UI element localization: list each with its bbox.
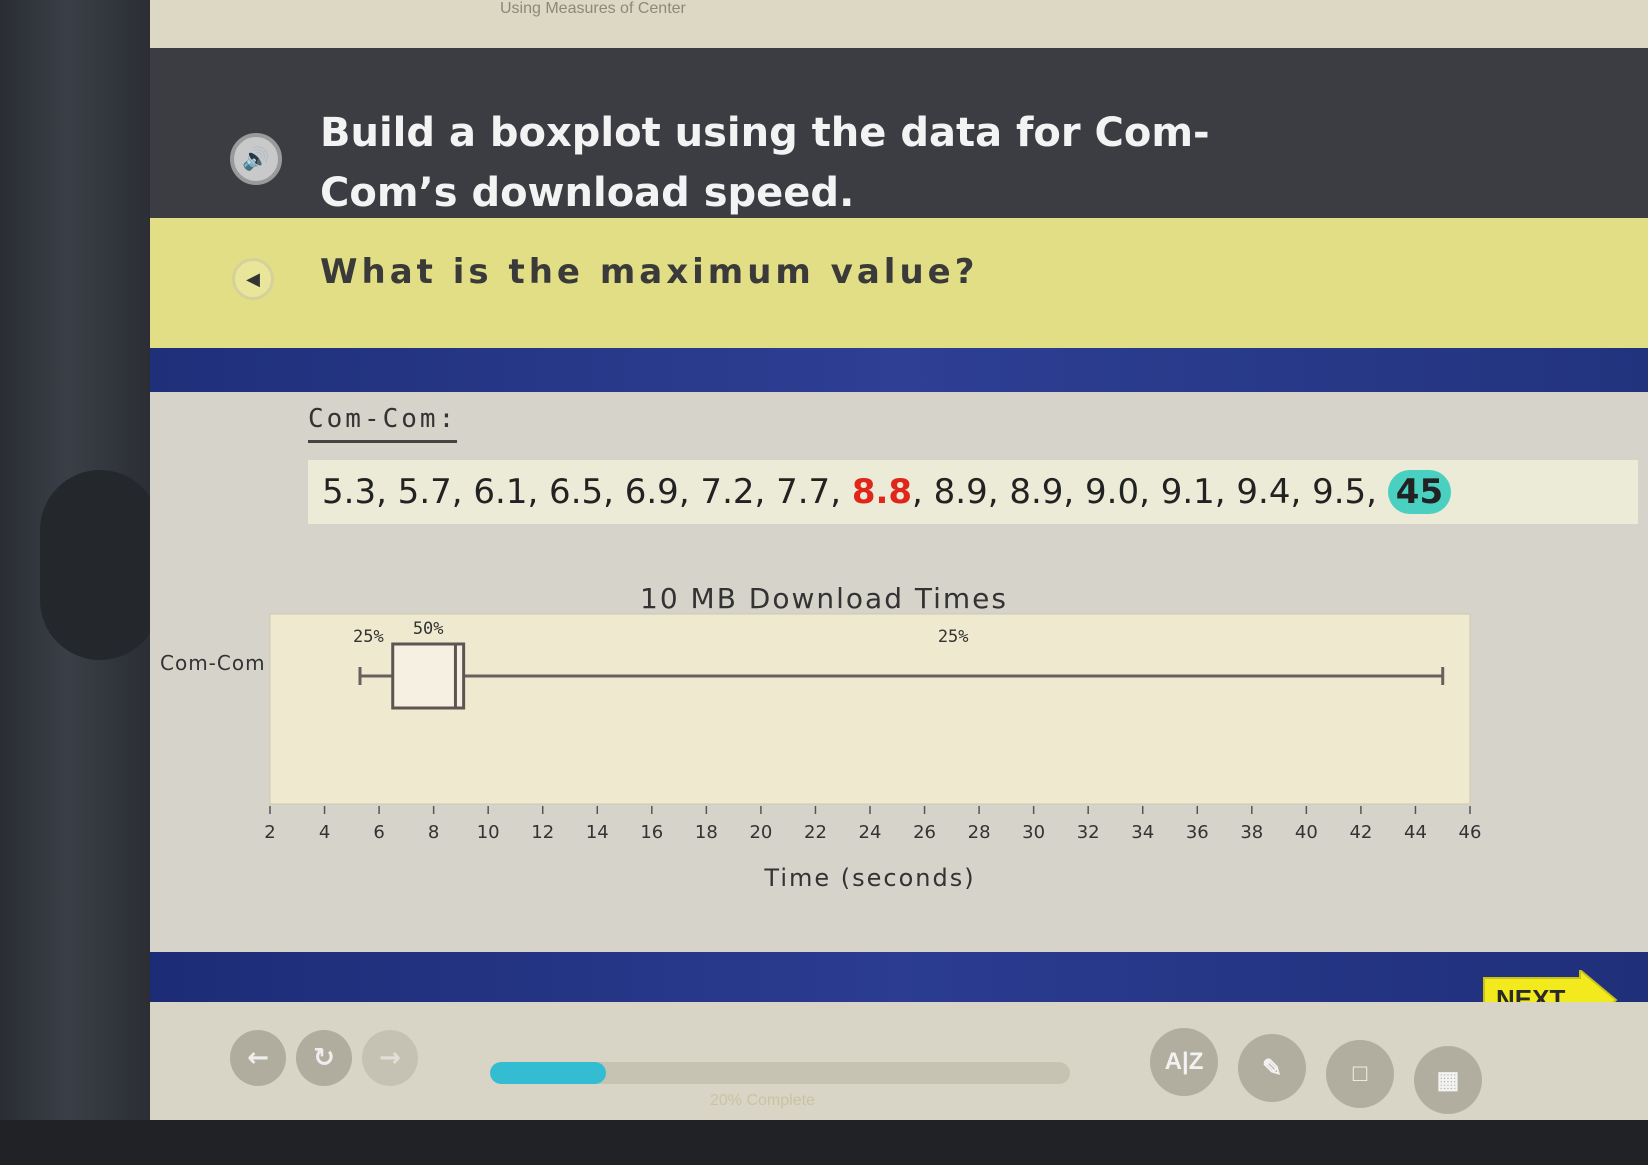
- x-tick-label: 30: [1022, 822, 1045, 843]
- speaker-icon[interactable]: ◀: [232, 258, 274, 300]
- x-tick-label: 8: [428, 822, 439, 843]
- question-text: What is the maximum value?: [320, 252, 979, 292]
- x-tick-label: 12: [531, 822, 554, 843]
- x-tick-label: 36: [1186, 822, 1209, 843]
- replay-icon[interactable]: ↻: [296, 1030, 352, 1086]
- calculator-icon[interactable]: ▦: [1414, 1046, 1482, 1114]
- x-tick-label: 34: [1131, 822, 1154, 843]
- progress-bar: [490, 1062, 1070, 1084]
- progress-label: 20% Complete: [710, 1092, 815, 1109]
- x-tick-label: 6: [373, 822, 384, 843]
- case-notch: [40, 470, 160, 660]
- breadcrumb-bar: Using Measures of Center: [150, 0, 1648, 48]
- x-axis-label: Time (seconds): [763, 864, 975, 892]
- divider-band: [150, 348, 1648, 392]
- progress-fill: [490, 1062, 606, 1084]
- x-tick-label: 26: [913, 822, 936, 843]
- x-tick-label: 22: [804, 822, 827, 843]
- instruction-text: Build a boxplot using the data for Com-C…: [320, 110, 1210, 216]
- x-tick-label: 2: [264, 822, 275, 843]
- speaker-icon[interactable]: 🔊: [230, 133, 282, 185]
- annotation-upper-whisker: 25%: [938, 627, 969, 647]
- category-label: Com-Com: [160, 651, 266, 675]
- x-tick-label: 44: [1404, 822, 1427, 843]
- x-tick-label: 16: [640, 822, 663, 843]
- boxplot-chart: Com-Com25% 50% 25%2 4 6 8 10 12 14 16 18 20 22 24 26 28…: [160, 613, 1482, 892]
- notepad-icon[interactable]: □: [1326, 1040, 1394, 1108]
- pencil-icon[interactable]: ✎: [1238, 1034, 1306, 1102]
- bottom-toolbar: ← ↻ → 20% Complete A|Z ✎ □ ▦: [150, 1002, 1648, 1120]
- x-tick-label: 42: [1349, 822, 1372, 843]
- x-tick-label: 14: [586, 822, 609, 843]
- x-tick-label: 4: [319, 822, 330, 843]
- x-tick-label: 20: [749, 822, 772, 843]
- x-tick-label: 24: [859, 822, 882, 843]
- glossary-icon[interactable]: A|Z: [1150, 1028, 1218, 1096]
- app-screen: Using Measures of Center 🔊 Build a boxpl…: [150, 0, 1648, 1120]
- back-icon[interactable]: ←: [230, 1030, 286, 1086]
- footer-band: [150, 952, 1648, 1002]
- breadcrumb: Using Measures of Center: [500, 0, 686, 17]
- x-tick-label: 32: [1077, 822, 1100, 843]
- annotation-lower-whisker: 25%: [353, 627, 384, 647]
- x-tick-label: 18: [695, 822, 718, 843]
- device-bezel-bottom: [0, 1120, 1648, 1165]
- x-tick-label: 10: [477, 822, 500, 843]
- device-case: [0, 0, 160, 1165]
- annotation-box: 50%: [413, 619, 444, 639]
- x-tick-label: 46: [1459, 822, 1482, 843]
- question-banner: ◀ What is the maximum value?: [150, 218, 1648, 348]
- x-tick-label: 38: [1240, 822, 1263, 843]
- data-panel: Com-Com: 5.3, 5.7, 6.1, 6.5, 6.9, 7.2, 7…: [150, 392, 1648, 952]
- instruction-banner: 🔊 Build a boxplot using the data for Com…: [150, 48, 1648, 218]
- forward-icon[interactable]: →: [362, 1030, 418, 1086]
- x-tick-label: 28: [968, 822, 991, 843]
- iqr-box: [391, 642, 466, 710]
- x-tick-label: 40: [1295, 822, 1318, 843]
